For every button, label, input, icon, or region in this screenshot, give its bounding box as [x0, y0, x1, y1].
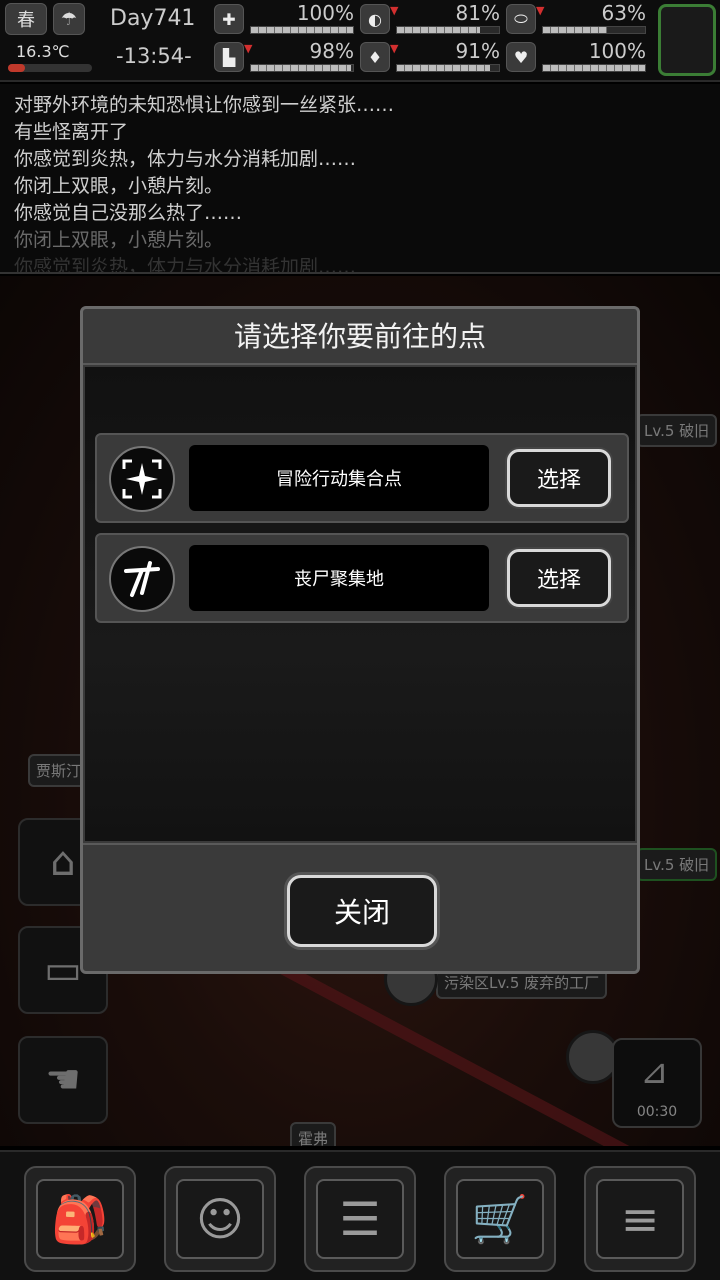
thirst-stat[interactable]: ♦ ▼ 91% — [360, 40, 500, 76]
destination-name: 冒险行动集合点 — [189, 445, 489, 511]
log-line: 你闭上双眼，小憩片刻。 — [14, 229, 224, 251]
close-button[interactable]: 关闭 — [287, 875, 437, 947]
game-clock: -13:54- — [116, 44, 192, 68]
log-line: 对野外环境的未知恐惧让你感到一丝紧张…… — [14, 94, 395, 116]
down-arrow-icon: ▼ — [390, 4, 399, 17]
stat-bar-fill — [251, 27, 353, 33]
stat-value: 91% — [455, 39, 500, 63]
stat-bar — [396, 64, 500, 72]
hunger-stat[interactable]: ◐ ▼ 81% — [360, 2, 500, 38]
journal-button[interactable]: ☰ — [304, 1166, 416, 1272]
log-line: 你感觉到炎热，体力与水分消耗加剧…… — [14, 256, 357, 274]
medicine-stat[interactable]: ⬭ ▼ 63% — [506, 2, 646, 38]
log-line: 有些怪离开了 — [14, 121, 129, 143]
season-badge: 春 — [5, 3, 47, 35]
stat-bar — [542, 64, 646, 72]
stat-bar-fill — [543, 27, 608, 33]
temperature-bar-fill — [8, 64, 25, 72]
dialog-option-list: 冒险行动集合点 选择 丧尸聚集地 选择 — [85, 367, 635, 841]
stat-bar — [396, 26, 500, 34]
cloud-rain-icon: ☂ — [53, 3, 85, 35]
temperature-label: 16.3℃ — [16, 42, 70, 61]
mood-stat[interactable]: ♥ 100% — [506, 40, 646, 76]
notebook-icon: ☰ — [316, 1179, 404, 1259]
down-arrow-icon: ▼ — [536, 4, 545, 17]
compass-burst-icon-graphic — [122, 459, 162, 499]
heart-icon: ♥ — [506, 42, 536, 72]
stat-value: 81% — [455, 1, 500, 25]
destination-dialog: 请选择你要前往的点 冒险行动集合点 选择 丧尸聚集地 选择 关闭 — [80, 306, 640, 974]
water-drop-icon: ♦ — [360, 42, 390, 72]
brain-icon: ☺ — [176, 1179, 264, 1259]
shop-button[interactable]: 🛒 — [444, 1166, 556, 1272]
destination-name: 丧尸聚集地 — [189, 545, 489, 611]
down-arrow-icon: ▼ — [244, 42, 253, 55]
stat-bar-fill — [543, 65, 645, 71]
stat-bar-fill — [397, 65, 490, 71]
season-label: 春 — [17, 10, 35, 31]
stat-value: 98% — [309, 39, 354, 63]
bottom-nav: 🎒 ☺ ☰ 🛒 ≡ — [0, 1150, 720, 1280]
menu-button[interactable]: ≡ — [584, 1166, 696, 1272]
backpack-button[interactable]: 🎒 — [24, 1166, 136, 1272]
destination-option: 丧尸聚集地 选择 — [95, 533, 629, 623]
stat-bar-fill — [397, 27, 480, 33]
down-arrow-icon: ▼ — [390, 42, 399, 55]
stat-bar — [250, 64, 354, 72]
stat-value: 100% — [296, 1, 354, 25]
boot-icon: ▙ — [214, 42, 244, 72]
health-stat[interactable]: ✚ 100% — [214, 2, 354, 38]
destination-option: 冒险行动集合点 选择 — [95, 433, 629, 523]
skills-button[interactable]: ☺ — [164, 1166, 276, 1272]
menu-list-icon: ≡ — [596, 1179, 684, 1259]
log-line: 你闭上双眼，小憩片刻。 — [14, 175, 224, 197]
minimap-button[interactable] — [658, 4, 716, 76]
status-bar: 春 ☂ 16.3℃ Day741 -13:54- ✚ 100% ◐ ▼ 81% ⬭ ▼ 63%… — [0, 0, 720, 82]
dialog-footer: 关闭 — [83, 843, 637, 971]
temperature-bar — [8, 64, 92, 72]
select-button[interactable]: 选择 — [507, 449, 611, 507]
backpack-icon: 🎒 — [36, 1179, 124, 1259]
cart-icon: 🛒 — [456, 1179, 544, 1259]
stat-bar — [542, 26, 646, 34]
zombie-tag-icon-graphic — [124, 561, 160, 597]
stat-value: 63% — [601, 1, 646, 25]
log-line: 你感觉到炎热，体力与水分消耗加剧…… — [14, 148, 357, 170]
medkit-icon: ✚ — [214, 4, 244, 34]
log-line: 你感觉自己没那么热了…… — [14, 202, 243, 224]
day-counter: Day741 — [110, 6, 196, 31]
pill-icon: ⬭ — [506, 4, 536, 34]
zombie-tag-icon — [109, 546, 175, 612]
stat-bar-fill — [251, 65, 351, 71]
select-button[interactable]: 选择 — [507, 549, 611, 607]
stomach-icon: ◐ — [360, 4, 390, 34]
stat-bar — [250, 26, 354, 34]
dialog-title: 请选择你要前往的点 — [83, 309, 637, 365]
compass-burst-icon — [109, 446, 175, 512]
stamina-stat[interactable]: ▙ ▼ 98% — [214, 40, 354, 76]
message-log[interactable]: 对野外环境的未知恐惧让你感到一丝紧张…… 有些怪离开了你感觉到炎热，体力与水分消耗… — [0, 84, 720, 274]
stat-value: 100% — [588, 39, 646, 63]
